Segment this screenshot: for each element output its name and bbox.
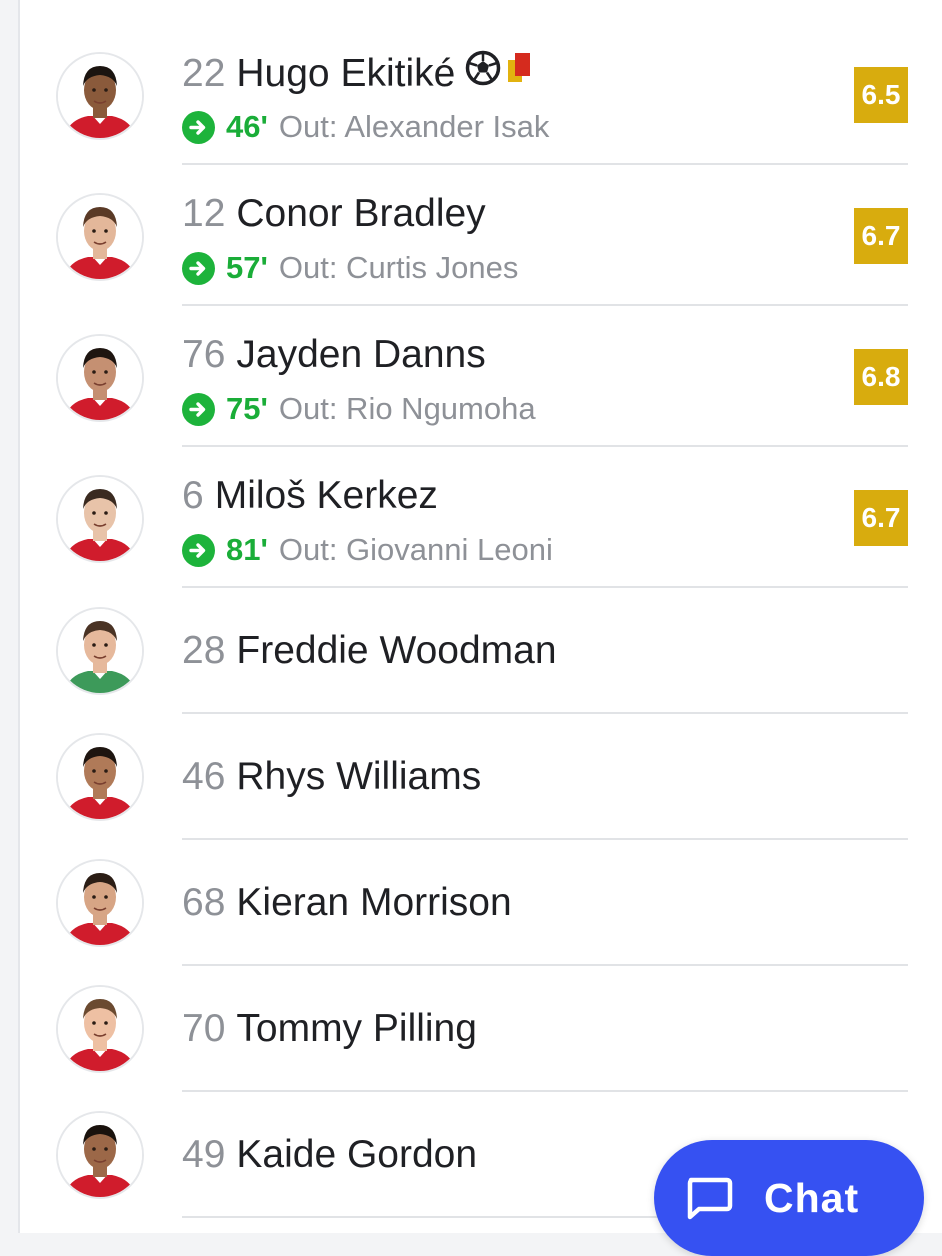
substituted-out-player: Out: Alexander Isak [278, 109, 550, 144]
player-name: Freddie Woodman [236, 629, 557, 672]
player-name-line: 68 Kieran Morrison [182, 880, 512, 926]
player-avatar [56, 475, 144, 563]
chat-label: Chat [764, 1174, 860, 1221]
player-number: 76 [182, 333, 226, 376]
substitution-minute: 81' [226, 532, 268, 567]
player-name: Rhys Williams [236, 755, 482, 798]
player-name: Tommy Pilling [236, 1007, 477, 1050]
substitution-arrow-icon [182, 533, 215, 567]
player-avatar [56, 985, 144, 1073]
substitution-arrow-icon [182, 392, 215, 426]
player-rating-badge: 6.7 [854, 208, 908, 264]
substitution-info: 81' Out: Giovanni Leoni [182, 531, 553, 569]
player-rating-badge: 6.5 [854, 67, 908, 123]
player-list: 22 Hugo Ekitiké 46' Out: Alexander Isak 6.5 1… [20, 24, 942, 1218]
lineup-panel: 22 Hugo Ekitiké 46' Out: Alexander Isak 6.5 1… [18, 0, 942, 1233]
player-avatar [56, 193, 144, 281]
player-avatar [56, 859, 144, 947]
substitution-arrow-icon [182, 251, 215, 285]
player-number: 12 [182, 192, 226, 235]
player-row[interactable]: 46 Rhys Williams [20, 714, 942, 840]
substitution-minute: 75' [226, 391, 268, 426]
red-card-icon [505, 50, 535, 97]
player-name: Kieran Morrison [236, 881, 512, 924]
player-avatar [56, 1111, 144, 1199]
player-row[interactable]: 76 Jayden Danns 75' Out: Rio Ngumoha 6.8 [20, 306, 942, 447]
player-avatar [56, 334, 144, 422]
player-name: Hugo Ekitiké [236, 51, 456, 95]
chat-button[interactable]: Chat [654, 1140, 924, 1256]
event-icons [465, 50, 535, 97]
player-row[interactable]: 28 Freddie Woodman [20, 588, 942, 714]
substitution-info: 46' Out: Alexander Isak [182, 108, 549, 146]
chat-bubble-icon [684, 1174, 734, 1222]
player-row[interactable]: 70 Tommy Pilling [20, 966, 942, 1092]
substitution-minute: 57' [226, 250, 268, 285]
soccer-ball-icon [465, 50, 501, 97]
player-name-line: 22 Hugo Ekitiké [182, 50, 535, 97]
substitution-info: 75' Out: Rio Ngumoha [182, 390, 536, 428]
player-name-line: 6 Miloš Kerkez [182, 473, 438, 519]
player-row[interactable]: 68 Kieran Morrison [20, 840, 942, 966]
player-name: Miloš Kerkez [214, 474, 438, 517]
player-row[interactable]: 12 Conor Bradley 57' Out: Curtis Jones 6.7 [20, 165, 942, 306]
player-avatar [56, 52, 144, 140]
player-name-line: 12 Conor Bradley [182, 191, 486, 237]
player-row[interactable]: 6 Miloš Kerkez 81' Out: Giovanni Leoni 6.7 [20, 447, 942, 588]
player-number: 6 [182, 474, 204, 517]
player-name: Jayden Danns [236, 333, 486, 376]
player-number: 68 [182, 881, 226, 924]
player-rating-badge: 6.8 [854, 349, 908, 405]
player-number: 70 [182, 1007, 226, 1050]
player-number: 22 [182, 51, 226, 95]
substituted-out-player: Out: Rio Ngumoha [278, 391, 536, 426]
player-name-line: 28 Freddie Woodman [182, 628, 557, 674]
player-name-line: 70 Tommy Pilling [182, 1006, 477, 1052]
player-name-line: 46 Rhys Williams [182, 754, 481, 800]
player-name-line: 76 Jayden Danns [182, 332, 486, 378]
player-rating-badge: 6.7 [854, 490, 908, 546]
player-name-line: 49 Kaide Gordon [182, 1132, 477, 1178]
player-name: Conor Bradley [236, 192, 486, 235]
substituted-out-player: Out: Curtis Jones [278, 250, 519, 285]
player-avatar [56, 733, 144, 821]
player-number: 28 [182, 629, 226, 672]
player-number: 49 [182, 1133, 226, 1176]
substitution-arrow-icon [182, 110, 215, 144]
substituted-out-player: Out: Giovanni Leoni [278, 532, 553, 567]
substitution-info: 57' Out: Curtis Jones [182, 249, 518, 287]
player-avatar [56, 607, 144, 695]
substitution-minute: 46' [226, 109, 268, 144]
player-row[interactable]: 22 Hugo Ekitiké 46' Out: Alexander Isak 6.5 [20, 24, 942, 165]
player-name: Kaide Gordon [236, 1133, 478, 1176]
player-number: 46 [182, 755, 226, 798]
